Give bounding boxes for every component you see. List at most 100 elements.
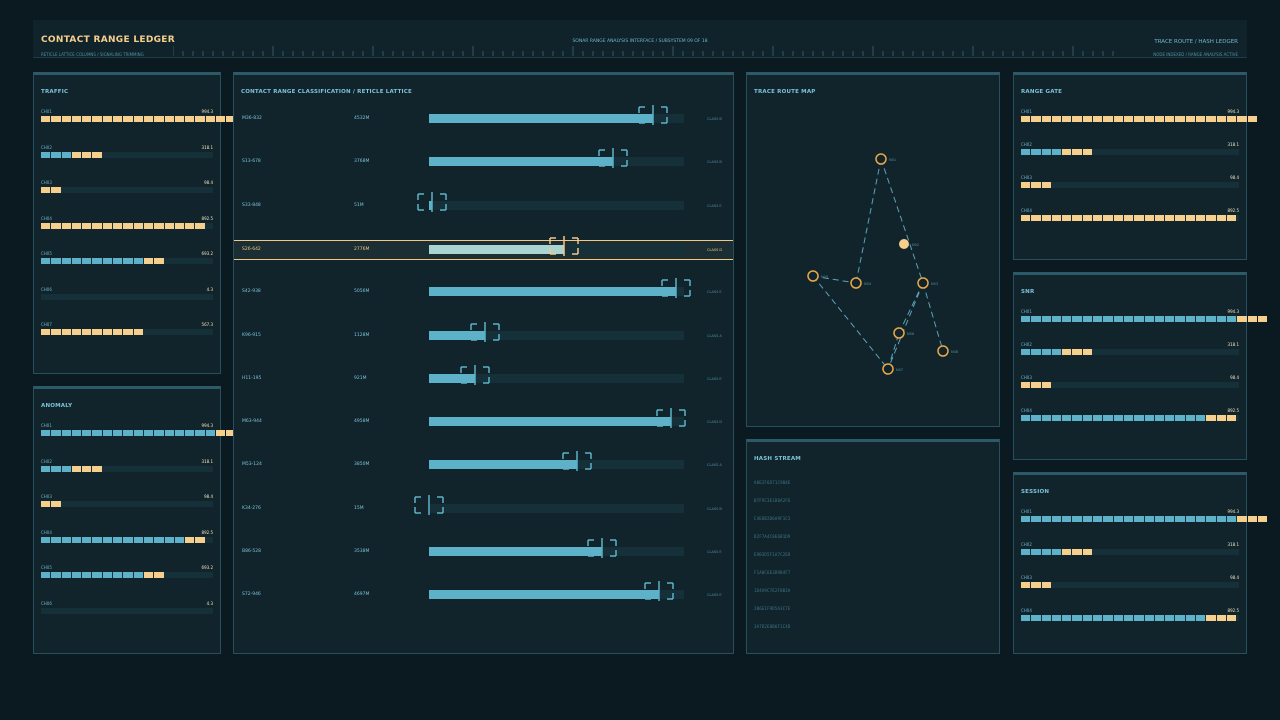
bar-segment (1062, 149, 1072, 155)
reticle-marker[interactable] (459, 364, 491, 385)
bar-segment (1113, 316, 1123, 322)
bar-segment (1226, 215, 1237, 221)
bar-segment (154, 222, 164, 229)
reticle-marker[interactable] (561, 451, 593, 472)
bar-segment (1041, 382, 1051, 388)
range-bar (429, 417, 672, 427)
metric-track (41, 607, 213, 614)
metric-label: CH03 (1021, 375, 1032, 380)
metric-label: CH04 (1021, 208, 1032, 213)
bar-segment (1185, 516, 1196, 522)
bar-segment (61, 116, 71, 122)
reticle-marker[interactable] (469, 321, 501, 342)
contact-row[interactable]: M36-832 4532M CLASS B (234, 105, 733, 130)
reticle-marker[interactable] (637, 105, 669, 125)
range-bar (429, 590, 659, 600)
header-bar: CONTACT RANGE LEDGER RETICLE LATTICE COL… (33, 20, 1247, 58)
bar-segment (1123, 615, 1134, 621)
contact-row[interactable]: M63-944 4958M CLASS D (234, 408, 733, 433)
metric-label: CH03 (1021, 575, 1032, 580)
metric-track (1021, 382, 1239, 388)
contact-id: M53-124 (242, 462, 262, 468)
contact-class: CLASS E (707, 550, 722, 554)
contact-range: 15M (354, 505, 364, 511)
metric-bar (1021, 116, 1257, 122)
metric-value: 98.4 (204, 180, 213, 185)
bar-segment (1196, 116, 1206, 122)
contact-row[interactable]: K34-276 15M CLASS B (234, 494, 733, 520)
contact-class: CLASS D (707, 247, 723, 252)
bar-segment (1196, 215, 1206, 221)
route-edge (855, 158, 882, 284)
bar-segment (1165, 516, 1175, 522)
reticle-marker[interactable] (586, 538, 618, 558)
metric-label: CH02 (41, 458, 52, 464)
contact-row[interactable]: B86-528 3538M CLASS E (234, 538, 733, 563)
metric-value: 892.5 (1227, 608, 1239, 613)
reticle-marker[interactable] (643, 581, 675, 602)
metric-row: CH06 4.3 (41, 287, 213, 301)
bar-segment (113, 536, 123, 543)
metric-row: CH05 693.2 (41, 565, 213, 579)
bar-segment (1123, 516, 1134, 522)
bar-segment (1134, 516, 1144, 522)
reticle-marker[interactable] (655, 408, 687, 429)
metric-bar (41, 258, 164, 264)
bar-segment (1031, 615, 1041, 621)
contact-row[interactable]: S72-946 4697M CLASS E (234, 581, 733, 606)
metric-row: CH01 994.3 (1021, 109, 1257, 123)
range-bar (429, 114, 654, 123)
bar-segment (102, 258, 113, 264)
contact-row[interactable]: K96-915 1128M CLASS A (234, 321, 733, 347)
route-edge (812, 275, 857, 284)
range-bar (429, 244, 565, 254)
bar-segment (1103, 316, 1113, 322)
contact-row[interactable]: S13-678 3768M CLASS B (234, 148, 733, 173)
metric-value: 892.5 (1227, 208, 1239, 213)
bar-segment (102, 329, 113, 335)
bar-segment (1144, 215, 1154, 221)
contact-row[interactable]: S33-848 51M CLASS E (234, 191, 733, 217)
route-node (882, 363, 894, 375)
route-node-label: N02 (912, 243, 919, 247)
bar-segment (195, 222, 205, 229)
bar-segment (1041, 582, 1051, 588)
bar-segment (195, 536, 205, 543)
bar-segment (1185, 116, 1196, 122)
metric-value: 4.3 (206, 286, 213, 292)
metric-label: CH05 (41, 251, 52, 256)
bar-segment (92, 222, 102, 229)
reticle-marker[interactable] (597, 148, 629, 169)
bar-segment (1041, 615, 1051, 621)
metric-bar (1021, 382, 1051, 388)
contact-row[interactable]: S42-938 5056M CLASS E (234, 278, 733, 303)
bar-segment (51, 258, 61, 264)
bar-segment (1062, 349, 1072, 355)
contact-class: CLASS B (707, 506, 722, 511)
metric-bar (41, 329, 143, 335)
range-track (429, 200, 684, 210)
metric-row: CH03 98.4 (1021, 175, 1239, 189)
metric-bar (41, 151, 102, 158)
metric-value: 994.3 (201, 109, 213, 114)
reticle-marker[interactable] (416, 191, 448, 212)
bar-segment (1216, 615, 1226, 621)
metric-label: CH02 (1021, 342, 1032, 347)
bar-segment (123, 258, 133, 264)
bar-segment (82, 258, 92, 264)
bar-segment (123, 536, 133, 543)
reticle-marker[interactable] (413, 494, 445, 515)
reticle-marker[interactable] (548, 235, 580, 256)
bar-segment (1021, 349, 1031, 355)
subsystem-label: SONAR RANGE ANALYSIS INTERFACE / SUBSYST… (572, 39, 708, 44)
range-bar (429, 547, 603, 556)
reticle-marker[interactable] (660, 278, 692, 299)
contact-row[interactable]: M53-124 3850M CLASS A (234, 451, 733, 476)
bar-segment (205, 430, 216, 436)
bar-segment (1051, 415, 1062, 421)
contact-row[interactable]: S26-642 2776M CLASS D (234, 235, 733, 260)
bar-segment (1206, 615, 1216, 621)
bar-segment (154, 572, 164, 578)
bar-segment (133, 430, 143, 436)
contact-row[interactable]: H11-195 921M CLASS E (234, 364, 733, 390)
